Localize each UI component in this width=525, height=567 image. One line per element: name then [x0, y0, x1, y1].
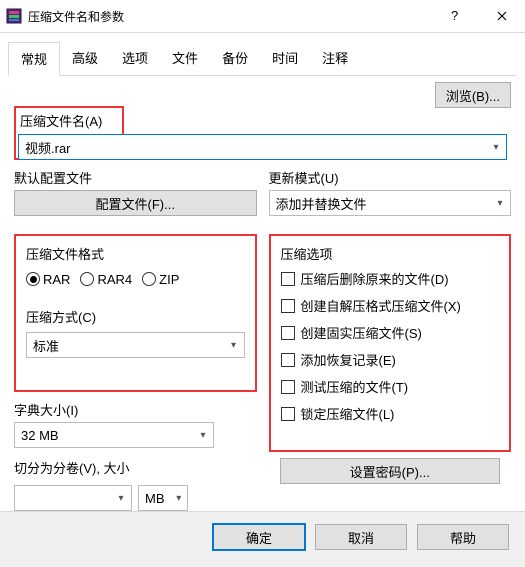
format-method-highlight: 压缩文件格式 RAR RAR4 ZIP 压缩方式(C) 标准 ▾	[14, 234, 257, 392]
archive-name-value: 视频.rar	[19, 138, 486, 157]
dict-label: 字典大小(I)	[14, 400, 257, 419]
tab-advanced[interactable]: 高级	[60, 42, 110, 76]
dictionary-size-select[interactable]: 32 MB ▾	[14, 422, 214, 448]
svg-text:?: ?	[451, 9, 458, 23]
check-solid[interactable]: 创建固实压缩文件(S)	[281, 323, 500, 342]
radio-rar4[interactable]: RAR4	[80, 272, 132, 287]
titlebar: 压缩文件名和参数 ?	[0, 0, 525, 32]
tab-backup[interactable]: 备份	[210, 42, 260, 76]
tab-comment[interactable]: 注释	[310, 42, 360, 76]
tab-strip: 常规 高级 选项 文件 备份 时间 注释	[8, 41, 517, 75]
chevron-down-icon: ▾	[171, 493, 188, 504]
split-unit-value: MB	[139, 491, 171, 506]
chevron-down-icon: ▾	[193, 430, 213, 441]
tab-time[interactable]: 时间	[260, 42, 310, 76]
chevron-down-icon: ▾	[224, 340, 244, 351]
dictionary-size-value: 32 MB	[15, 428, 193, 443]
filename-label: 压缩文件名(A)	[20, 111, 118, 130]
dialog-footer: 确定 取消 帮助	[0, 511, 525, 567]
help-footer-button[interactable]: 帮助	[417, 524, 509, 550]
check-delete-after[interactable]: 压缩后删除原来的文件(D)	[281, 269, 500, 288]
split-label: 切分为分卷(V), 大小	[14, 458, 257, 477]
radio-rar[interactable]: RAR	[26, 272, 70, 287]
compression-method-select[interactable]: 标准 ▾	[26, 332, 245, 358]
radio-zip[interactable]: ZIP	[142, 272, 179, 287]
options-highlight: 压缩选项 压缩后删除原来的文件(D) 创建自解压格式压缩文件(X) 创建固实压缩…	[269, 234, 512, 452]
window-title: 压缩文件名和参数	[28, 8, 433, 25]
check-lock[interactable]: 锁定压缩文件(L)	[281, 404, 500, 423]
compression-method-value: 标准	[27, 336, 224, 355]
profile-button[interactable]: 配置文件(F)...	[14, 190, 257, 216]
check-recovery[interactable]: 添加恢复记录(E)	[281, 350, 500, 369]
app-icon	[6, 8, 22, 24]
archive-name-input[interactable]: 视频.rar ▾	[18, 134, 507, 160]
format-radio-group: RAR RAR4 ZIP	[26, 269, 245, 289]
tab-content: 浏览(B)... 压缩文件名(A) 视频.rar 视频.rar ▾ 默认配置文件…	[0, 76, 525, 511]
browse-button[interactable]: 浏览(B)...	[435, 82, 511, 108]
tab-files[interactable]: 文件	[160, 42, 210, 76]
set-password-button[interactable]: 设置密码(P)...	[280, 458, 500, 484]
check-test[interactable]: 测试压缩的文件(T)	[281, 377, 500, 396]
update-mode-label: 更新模式(U)	[269, 168, 512, 187]
check-sfx[interactable]: 创建自解压格式压缩文件(X)	[281, 296, 500, 315]
update-mode-value: 添加并替换文件	[270, 194, 491, 213]
help-button[interactable]: ?	[433, 0, 479, 32]
split-unit-select[interactable]: MB ▾	[138, 485, 188, 511]
chevron-down-icon: ▾	[486, 142, 506, 153]
ok-button[interactable]: 确定	[213, 524, 305, 550]
close-button[interactable]	[479, 0, 525, 32]
update-mode-select[interactable]: 添加并替换文件 ▾	[269, 190, 512, 216]
default-profile-label: 默认配置文件	[14, 168, 257, 187]
chevron-down-icon: ▾	[490, 198, 510, 209]
cancel-button[interactable]: 取消	[315, 524, 407, 550]
format-label: 压缩文件格式	[26, 244, 245, 263]
tab-options[interactable]: 选项	[110, 42, 160, 76]
split-size-input[interactable]: ▾	[14, 485, 132, 511]
method-label: 压缩方式(C)	[26, 307, 245, 326]
options-label: 压缩选项	[281, 244, 500, 263]
tab-general[interactable]: 常规	[8, 42, 60, 76]
chevron-down-icon: ▾	[111, 493, 131, 504]
